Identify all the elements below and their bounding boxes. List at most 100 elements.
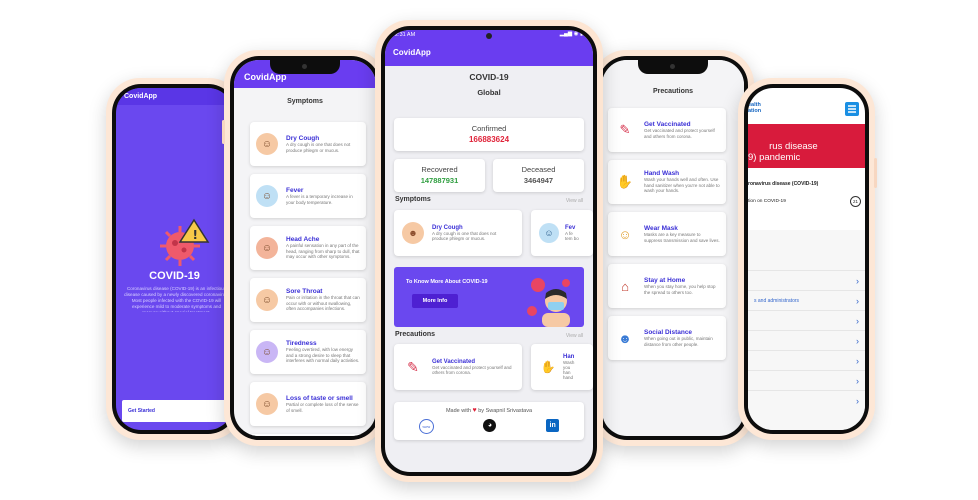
symptom-list-item[interactable]: ☺ Tiredness Feeling overtired, with low en… (250, 330, 366, 374)
symptom-card-desc: A dry cough is one that does not produce… (432, 230, 497, 242)
fever-person-icon: ☺ (256, 185, 278, 207)
precautions-view-all[interactable]: View all (566, 333, 583, 339)
precaution-list-item[interactable]: ☻ Social Distance When going out in public… (608, 316, 726, 360)
footer-card: Made with ♥ by Swapnil Srivastava www ◕ … (394, 402, 584, 440)
web-sub-item[interactable]: tion on COVID-19 21 (748, 194, 861, 208)
confirmed-value: 166883624 (468, 135, 510, 144)
precaution-title: Hand Wash (644, 170, 680, 178)
chevron-right-icon: › (856, 275, 859, 286)
chevron-right-icon: › (856, 315, 859, 326)
web-link-row[interactable]: › (748, 390, 865, 410)
app-bar: CovidApp (385, 42, 593, 66)
symptom-list-item[interactable]: ☺ Head Ache A painful sensation in any par… (250, 226, 366, 270)
web-link-row[interactable]: › (748, 310, 865, 330)
precaution-desc: When you stay home, you help stop the sp… (644, 284, 716, 295)
chevron-right-icon: › (856, 395, 859, 406)
hand-wash-icon: ✋ (540, 360, 556, 374)
precaution-title: Wear Mask (644, 225, 678, 232)
symptom-list-item[interactable]: ☺ Fever A fever is a temporary increase in… (250, 174, 366, 218)
precaution-list-item[interactable]: ✋ Hand Wash Wash your hands well and often… (608, 160, 726, 204)
number-icon: 21 (850, 195, 861, 207)
syringe-icon: ✎ (407, 358, 419, 375)
web-sub-item-label: tion on COVID-19 (748, 198, 786, 204)
phone-symptoms: CovidApp Symptoms ☺ Dry Cough A dry cough … (222, 50, 386, 446)
symptoms-view-all[interactable]: View all (566, 198, 583, 204)
symptom-list-item[interactable]: ☺Difficulty breathing or shortness of br… (250, 434, 366, 436)
symptom-desc: Pain or irritation in the throat that ca… (286, 295, 360, 312)
info-banner: To Know More About COVID-19 More Info (394, 267, 584, 327)
symptom-list-item[interactable]: ☺ Sore Throat Pain or irritation in the th… (250, 278, 366, 322)
web-link-row[interactable]: s and administrators › (748, 290, 865, 310)
precaution-desc: Get vaccinated and protect yourself and … (644, 128, 715, 139)
chevron-right-icon: › (856, 335, 859, 346)
recovered-label: Recovered (421, 165, 458, 174)
symptom-card-desc: A fe tem bo (565, 231, 579, 241)
welcome-description: Coronavirus disease (COVID-19) is an inf… (124, 286, 229, 312)
github-icon[interactable]: ◕ (483, 419, 497, 432)
phone-web-info: ealth ation rus disease 9) pandemic rona… (738, 78, 877, 440)
loss-of-smell-icon: ☺ (256, 393, 278, 415)
banner-title: rus disease 9) pandemic (748, 141, 818, 163)
symptom-title: Sore Throat (286, 288, 323, 296)
status-bar: 2:31 AM ▂▄▆ ◉ ▮ (385, 30, 593, 42)
precaution-card-handwash-partial[interactable]: ✋ Han Wash you han hand (531, 344, 593, 390)
deceased-label: Deceased (521, 165, 556, 174)
banner-text: To Know More About COVID-19 (406, 279, 488, 285)
web-link-row[interactable]: › (748, 270, 865, 290)
precaution-card-vaccinated[interactable]: ✎ Get Vaccinated Get vaccinated and prot… (394, 344, 522, 390)
social-distance-icon: ☻ (618, 330, 632, 346)
more-info-button[interactable]: More Info (412, 294, 458, 308)
covid-heading: COVID-19 (469, 72, 509, 82)
symptom-card-fever-partial[interactable]: ☺ Fev A fe tem bo (531, 210, 593, 256)
precaution-title: Social Distance (644, 329, 693, 336)
symptom-desc: Feeling overtired, with low energy and a… (286, 347, 360, 364)
svg-text:!: ! (193, 228, 198, 242)
syringe-icon: ✎ (619, 122, 631, 137)
camera-dot (486, 33, 492, 39)
get-started-label: Get Started (128, 408, 155, 414)
coughing-person-icon: ☻ (402, 222, 424, 244)
thermometer-person-icon: ☺ (539, 223, 559, 243)
symptom-desc: A dry cough is one that does not produce… (286, 142, 351, 153)
symptoms-section-title: Symptoms (395, 196, 431, 203)
virus-warning-icon: ! (160, 218, 210, 266)
tiredness-icon: ☺ (256, 341, 278, 363)
deceased-value: 3464947 (523, 176, 554, 185)
symptom-desc: A fever is a temporary increase in your … (286, 194, 353, 205)
linkedin-icon[interactable]: in (546, 419, 560, 432)
precaution-list-item[interactable]: ☺ Wear Mask Masks are a key measure to sup… (608, 212, 726, 256)
chevron-right-icon: › (856, 375, 859, 386)
cough-person-icon: ☺ (256, 133, 278, 155)
web-header-line2: ation (748, 108, 762, 114)
symptom-card-dry-cough[interactable]: ☻ Dry Cough A dry cough is one that does… (394, 210, 522, 256)
virus-mask-illustration (527, 278, 570, 327)
precaution-title: Stay at Home (644, 277, 686, 284)
symptom-title: Dry Cough (286, 135, 320, 142)
web-link-row[interactable]: › (748, 370, 865, 390)
symptom-list-item[interactable]: ☺ Dry Cough A dry cough is one that does n… (250, 122, 366, 166)
website-icon[interactable]: www (418, 419, 434, 434)
precaution-list-item[interactable]: ✎ Get Vaccinated Get vaccinated and protec… (608, 108, 726, 152)
confirmed-label: Confirmed (471, 124, 507, 133)
phone-dashboard: 2:31 AM ▂▄▆ ◉ ▮ CovidApp COVID-19 Global… (375, 20, 603, 482)
footer-author: by Swapnil Srivastava (478, 408, 533, 414)
sore-throat-icon: ☺ (256, 289, 278, 311)
menu-button[interactable] (845, 102, 859, 116)
face-mask-icon: ☺ (618, 226, 632, 242)
precautions-section-title: Precautions (395, 331, 436, 338)
get-started-button[interactable]: Get Started (122, 400, 227, 422)
precaution-list-item[interactable]: ⌂ Stay at Home When you stay home, you hel… (608, 264, 726, 308)
stay-home-icon: ⌂ (621, 278, 629, 294)
recovered-value: 147887931 (420, 176, 459, 185)
web-link-row[interactable]: › (748, 330, 865, 350)
hamburger-icon (848, 105, 856, 113)
chevron-right-icon: › (856, 295, 859, 306)
symptoms-screen: CovidApp Symptoms ☺ Dry Cough A dry cough … (234, 60, 376, 436)
symptom-list-item[interactable]: ☺ Loss of taste or smell Partial or comple… (250, 382, 366, 426)
status-time: 2:31 AM (395, 32, 416, 38)
web-links-list: › s and administrators › › › › › › (748, 270, 865, 410)
headache-person-icon: ☺ (256, 237, 278, 259)
web-link-row[interactable]: › (748, 350, 865, 370)
chevron-right-icon: › (856, 355, 859, 366)
symptom-title: Head Ache (286, 236, 320, 244)
